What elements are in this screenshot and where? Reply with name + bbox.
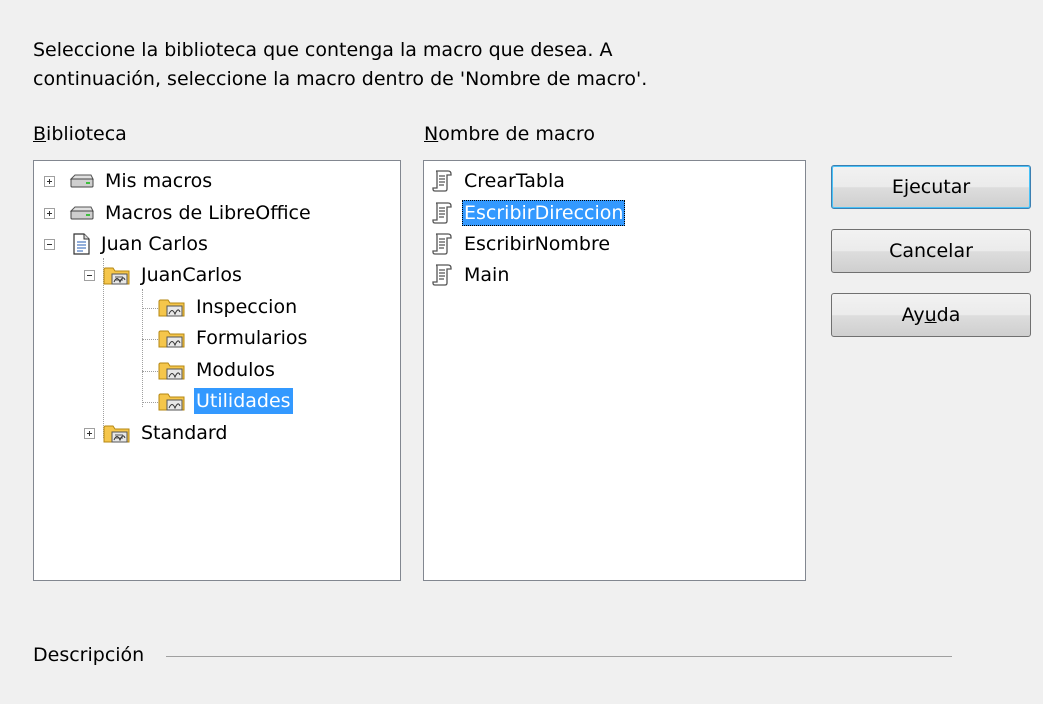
library-label-accesskey: B <box>33 123 47 145</box>
macro-name-label-accesskey: N <box>424 123 439 145</box>
tree-connector <box>142 308 158 309</box>
tree-item-label: Mis macros <box>105 170 213 192</box>
help-button[interactable]: Ayuda <box>831 293 1031 337</box>
drive-icon <box>69 174 94 188</box>
module-folder-icon <box>158 299 185 317</box>
module-folder-icon <box>158 393 185 411</box>
description-label: Descripción <box>33 644 145 666</box>
collapse-icon[interactable] <box>44 238 55 250</box>
expand-icon[interactable] <box>44 175 55 187</box>
tree-item-inspeccion[interactable]: Inspeccion <box>158 293 299 321</box>
tree-connector <box>142 402 158 403</box>
library-label-rest: iblioteca <box>46 123 127 145</box>
drive-icon <box>69 206 94 220</box>
help-button-text: da <box>936 304 961 326</box>
tree-item-modulos[interactable]: Modulos <box>158 356 277 384</box>
expand-icon[interactable] <box>44 207 55 219</box>
macro-list[interactable]: CrearTabla EscribirDireccion EscribirNom… <box>423 160 806 581</box>
expand-icon[interactable] <box>84 427 95 439</box>
tree-item-juan-carlos[interactable]: Juan Carlos <box>44 230 210 258</box>
macro-item-escribirnombre[interactable]: EscribirNombre <box>430 230 612 258</box>
module-folder-icon <box>158 362 185 380</box>
tree-item-formularios[interactable]: Formularios <box>158 324 309 352</box>
tree-connector <box>142 339 158 340</box>
library-folder-icon <box>103 267 130 285</box>
instruction-text: Seleccione la biblioteca que contenga la… <box>33 36 793 94</box>
tree-item-standard[interactable]: Standard <box>84 419 229 447</box>
tree-item-label: Standard <box>141 422 228 444</box>
tree-item-label: Formularios <box>196 327 308 349</box>
description-separator <box>166 656 952 657</box>
macro-scroll-icon <box>432 233 452 255</box>
macro-scroll-icon <box>432 170 452 192</box>
macro-scroll-icon <box>432 264 452 286</box>
macro-item-label: Main <box>464 264 510 286</box>
tree-item-label: Inspeccion <box>196 296 298 318</box>
document-icon <box>73 233 90 255</box>
cancel-button[interactable]: Cancelar <box>831 229 1031 273</box>
instruction-line-2: continuación, seleccione la macro dentro… <box>33 68 648 90</box>
help-button-accesskey: u <box>924 304 937 326</box>
library-folder-icon <box>103 425 130 443</box>
tree-item-utilidades[interactable]: Utilidades <box>158 387 293 415</box>
tree-item-label: Juan Carlos <box>101 233 208 255</box>
collapse-icon[interactable] <box>84 269 95 281</box>
tree-item-label: JuanCarlos <box>141 264 242 286</box>
tree-item-label-selected: Utilidades <box>194 388 293 414</box>
tree-item-juancarlos-library[interactable]: JuanCarlos <box>84 261 244 289</box>
macro-item-main[interactable]: Main <box>430 261 511 289</box>
help-button-text: Ay <box>901 304 925 326</box>
macro-item-label-selected: EscribirDireccion <box>462 200 626 226</box>
macro-item-creartabla[interactable]: CrearTabla <box>430 167 567 195</box>
macro-name-label: Nombre de macro <box>424 123 595 145</box>
macro-item-escribirdireccion[interactable]: EscribirDireccion <box>430 199 626 227</box>
macro-scroll-icon <box>432 202 452 224</box>
module-folder-icon <box>158 330 185 348</box>
tree-item-mis-macros[interactable]: Mis macros <box>44 167 214 195</box>
macro-name-label-rest: ombre de macro <box>438 123 595 145</box>
tree-item-label: Macros de LibreOffice <box>105 202 311 224</box>
macro-item-label: EscribirNombre <box>464 233 611 255</box>
instruction-line-1: Seleccione la biblioteca que contenga la… <box>33 39 613 61</box>
run-button[interactable]: Ejecutar <box>831 165 1031 209</box>
tree-connector <box>142 289 143 407</box>
tree-connector <box>142 371 158 372</box>
library-tree[interactable]: Mis macros Macros de LibreOffice Juan Ca… <box>33 160 401 581</box>
tree-item-macros-de-libreoffice[interactable]: Macros de LibreOffice <box>44 199 313 227</box>
tree-item-label: Modulos <box>196 359 275 381</box>
library-label: Biblioteca <box>33 123 127 145</box>
macro-item-label: CrearTabla <box>464 170 565 192</box>
